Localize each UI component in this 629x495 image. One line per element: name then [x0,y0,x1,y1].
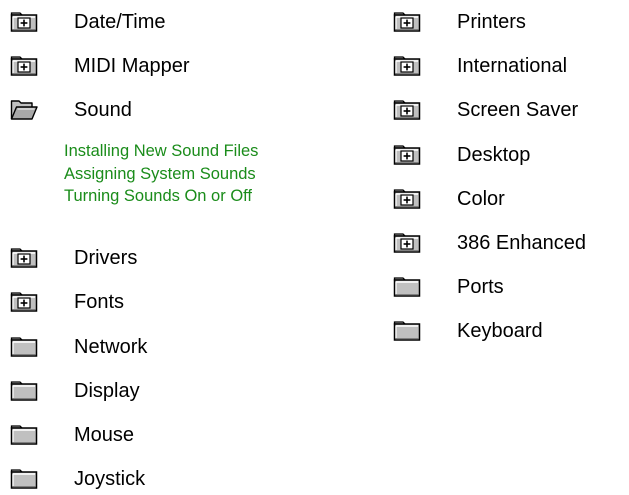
topic-label: Sound [74,99,132,121]
topic-joystick[interactable]: Joystick [10,465,145,493]
topic-drivers[interactable]: Drivers [10,244,137,272]
folder-plus-icon [10,247,38,269]
folder-icon [393,320,421,342]
topic-label: Desktop [457,144,531,166]
topic-sound[interactable]: Sound [10,96,132,124]
topic-date-time[interactable]: Date/Time [10,8,166,36]
topic-label: Color [457,188,505,210]
topic-ports[interactable]: Ports [393,273,504,301]
topic-display[interactable]: Display [10,377,140,405]
topic-label: Screen Saver [457,99,579,121]
topic-printers[interactable]: Printers [393,8,526,36]
folder-plus-icon [10,11,38,33]
topic-midi-mapper[interactable]: MIDI Mapper [10,52,190,80]
sound-subtopic-list: Installing New Sound Files Assigning Sys… [64,140,258,208]
folder-icon [10,424,38,446]
topic-screen-saver[interactable]: Screen Saver [393,96,578,124]
folder-plus-icon [393,55,421,77]
topic-label: International [457,55,568,77]
folder-plus-icon [393,232,421,254]
topic-label: Keyboard [457,320,543,342]
topic-label: Fonts [74,291,125,313]
folder-icon [10,468,38,490]
subtopic-installing-new-sound-files[interactable]: Installing New Sound Files [64,140,258,163]
folder-plus-icon [10,55,38,77]
topic-label: Mouse [74,424,135,446]
folder-icon [393,276,421,298]
folder-plus-icon [393,144,421,166]
topic-386-enhanced[interactable]: 386 Enhanced [393,229,586,257]
folder-plus-icon [393,99,421,121]
topic-fonts[interactable]: Fonts [10,288,124,316]
topic-network[interactable]: Network [10,333,147,361]
folder-plus-icon [10,291,38,313]
folder-plus-icon [393,11,421,33]
subtopic-turning-sounds-on-or-off[interactable]: Turning Sounds On or Off [64,185,258,208]
folder-icon [10,380,38,402]
topic-label: Date/Time [74,11,166,33]
topic-label: Ports [457,276,504,298]
topic-desktop[interactable]: Desktop [393,141,530,169]
topic-label: Drivers [74,247,138,269]
topic-color[interactable]: Color [393,185,505,213]
topic-label: Network [74,336,148,358]
topic-label: Joystick [74,468,146,490]
topic-label: Display [74,380,140,402]
topic-mouse[interactable]: Mouse [10,421,134,449]
folder-icon [10,336,38,358]
topic-label: 386 Enhanced [457,232,587,254]
folder-plus-icon [393,188,421,210]
subtopic-assigning-system-sounds[interactable]: Assigning System Sounds [64,163,258,186]
folder-open-icon [10,99,38,121]
topic-label: MIDI Mapper [74,55,190,77]
topic-label: Printers [457,11,526,33]
topic-keyboard[interactable]: Keyboard [393,317,543,345]
topic-international[interactable]: International [393,52,567,80]
